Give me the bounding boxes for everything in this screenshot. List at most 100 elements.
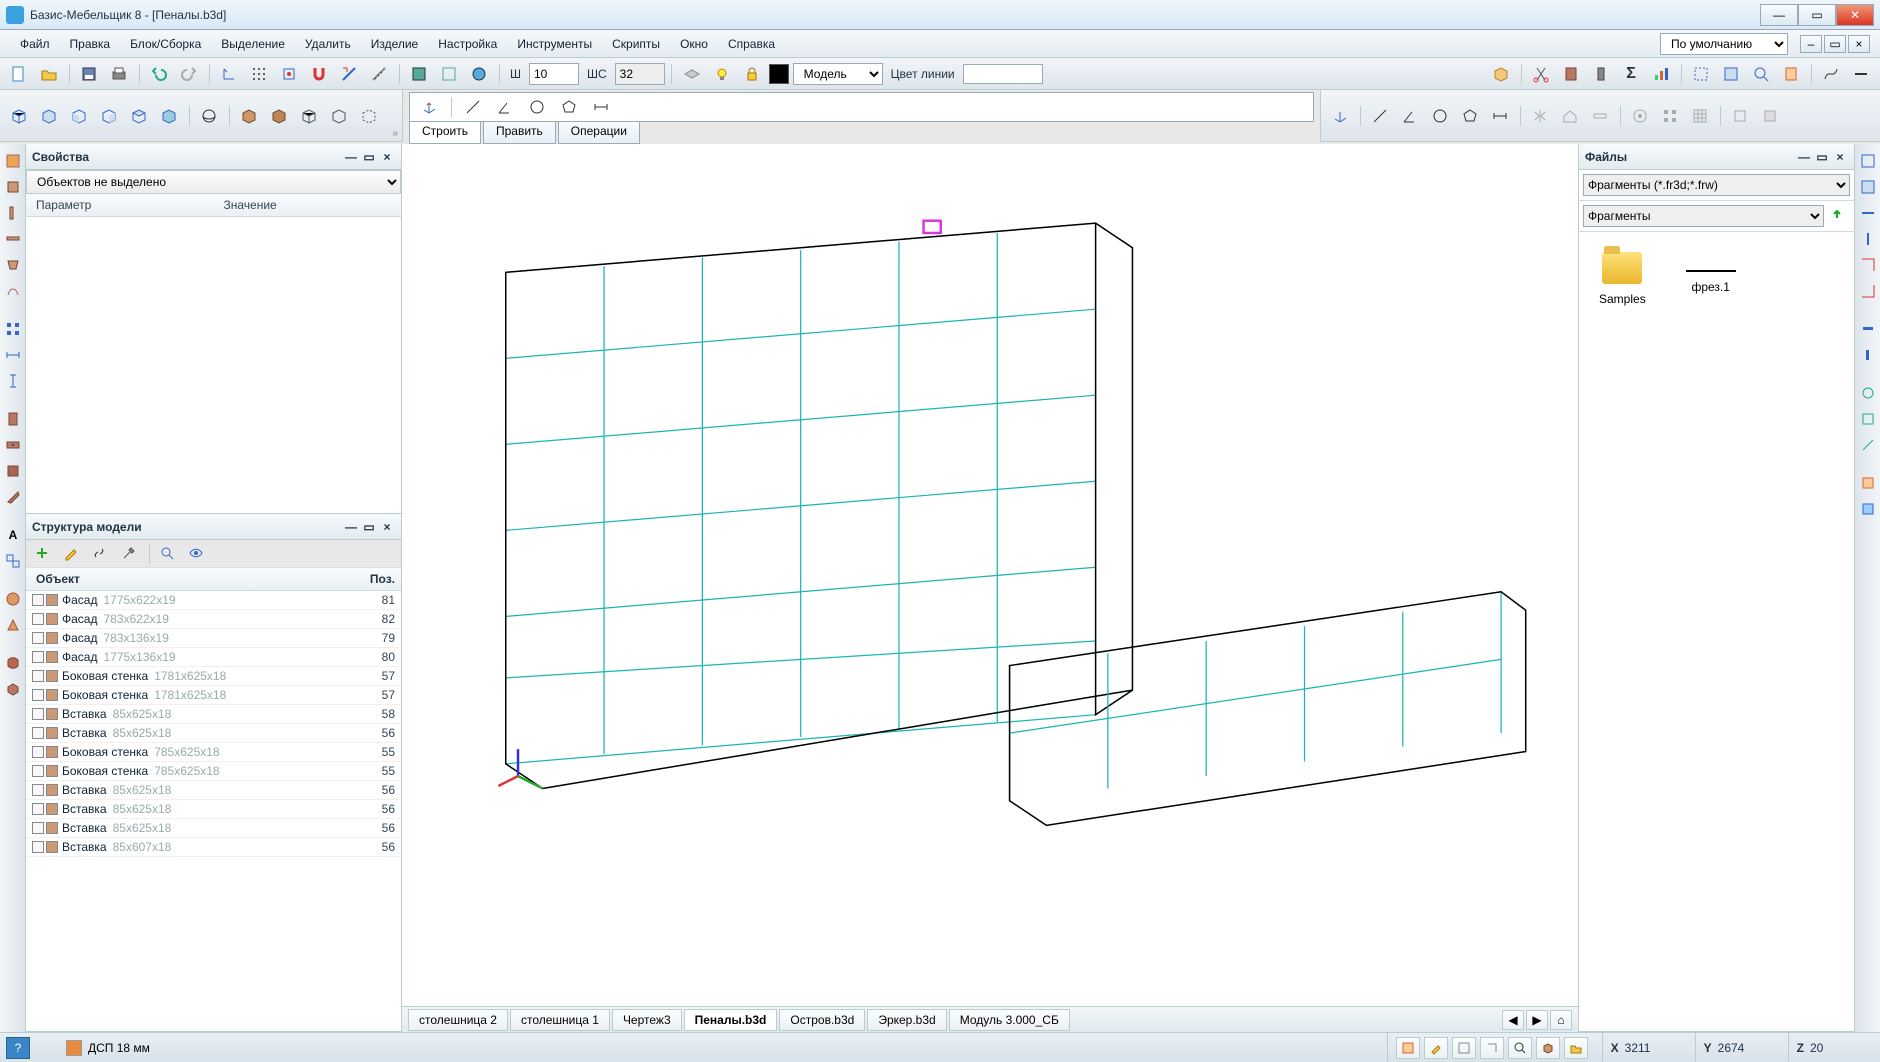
rail-r10-icon[interactable] xyxy=(1857,408,1879,430)
tab-prev-button[interactable]: ◀ xyxy=(1502,1010,1524,1030)
new-button[interactable] xyxy=(6,62,32,86)
sb-btn-1[interactable] xyxy=(1396,1037,1420,1059)
sigma-button[interactable]: Σ xyxy=(1618,62,1644,86)
color-swatch[interactable] xyxy=(769,64,789,84)
doc-tab[interactable]: Пеналы.b3d xyxy=(684,1009,778,1031)
menu-Изделие[interactable]: Изделие xyxy=(361,33,429,55)
rail-bevel-icon[interactable] xyxy=(2,486,24,508)
view-front-button[interactable] xyxy=(6,104,32,128)
help-button[interactable]: ? xyxy=(6,1037,30,1059)
rail-r1-icon[interactable] xyxy=(1857,150,1879,172)
sb-btn-3[interactable] xyxy=(1452,1037,1476,1059)
rail-r3-icon[interactable] xyxy=(1857,202,1879,224)
structure-row[interactable]: Вставка85x625x18 56 xyxy=(26,819,401,838)
rail-side-icon[interactable] xyxy=(2,202,24,224)
rail-edge-icon[interactable] xyxy=(2,254,24,276)
panel-button[interactable] xyxy=(1558,62,1584,86)
polygon2-button[interactable] xyxy=(1457,104,1483,128)
grid2-button[interactable] xyxy=(1687,104,1713,128)
drill-button[interactable] xyxy=(1627,104,1653,128)
curve-button[interactable] xyxy=(1818,62,1844,86)
width-s-input[interactable] xyxy=(615,63,665,85)
edit-button[interactable] xyxy=(59,542,85,566)
find-button[interactable] xyxy=(155,542,181,566)
display-mode-combo[interactable]: Модель xyxy=(793,63,883,85)
menu-Выделение[interactable]: Выделение xyxy=(211,33,295,55)
line2-button[interactable] xyxy=(1367,104,1393,128)
redo-button[interactable] xyxy=(176,62,202,86)
sb-btn-5[interactable] xyxy=(1508,1037,1532,1059)
dimension2-button[interactable] xyxy=(1487,104,1513,128)
select-panel-button[interactable] xyxy=(1778,62,1804,86)
panel-close-button[interactable]: × xyxy=(1832,149,1848,165)
menu-Справка[interactable]: Справка xyxy=(718,33,785,55)
lock-button[interactable] xyxy=(739,62,765,86)
select-box-button[interactable] xyxy=(1718,62,1744,86)
rail-board-icon[interactable] xyxy=(2,176,24,198)
zoom-button[interactable] xyxy=(1748,62,1774,86)
add-button[interactable] xyxy=(30,542,56,566)
hidden-button[interactable] xyxy=(356,104,382,128)
dimension-tool-button[interactable] xyxy=(588,95,614,119)
print-button[interactable] xyxy=(106,62,132,86)
wire1-button[interactable] xyxy=(296,104,322,128)
sb-btn-6[interactable] xyxy=(1536,1037,1560,1059)
visibility-button[interactable] xyxy=(184,542,210,566)
sb-btn-4[interactable] xyxy=(1480,1037,1504,1059)
structure-row[interactable]: Фасад783x136x19 79 xyxy=(26,629,401,648)
undo-button[interactable] xyxy=(146,62,172,86)
tab-next-button[interactable]: ▶ xyxy=(1526,1010,1548,1030)
hardware-button[interactable] xyxy=(1588,62,1614,86)
viewport-3d[interactable] xyxy=(402,144,1578,1006)
circle2-button[interactable] xyxy=(1427,104,1453,128)
light-button[interactable] xyxy=(709,62,735,86)
panel-max-button[interactable]: ▭ xyxy=(1814,149,1830,165)
grid-button[interactable] xyxy=(246,62,272,86)
view-back-button[interactable] xyxy=(36,104,62,128)
layers-button[interactable] xyxy=(679,62,705,86)
angle2-button[interactable] xyxy=(1397,104,1423,128)
menu-Настройка[interactable]: Настройка xyxy=(428,33,507,55)
panel-close-button[interactable]: × xyxy=(379,519,395,535)
close-button[interactable]: ✕ xyxy=(1836,4,1874,26)
doc-tab[interactable]: столешница 2 xyxy=(408,1009,508,1031)
files-filter-combo[interactable]: Фрагменты (*.fr3d;*.frw) xyxy=(1583,174,1850,196)
rail-r6-icon[interactable] xyxy=(1857,280,1879,302)
circle-tool-button[interactable] xyxy=(524,95,550,119)
structure-row[interactable]: Вставка85x625x18 56 xyxy=(26,800,401,819)
menu-Удалить[interactable]: Удалить xyxy=(295,33,361,55)
properties-selection-combo[interactable]: Объектов не выделено xyxy=(26,170,401,194)
rail-group-icon[interactable] xyxy=(2,550,24,572)
menu-Инструменты[interactable]: Инструменты xyxy=(507,33,602,55)
style-combo[interactable]: По умолчанию xyxy=(1660,33,1788,55)
mdi-minimize-button[interactable]: – xyxy=(1800,35,1822,53)
line-color-picker[interactable] xyxy=(963,64,1043,84)
rail-r13-icon[interactable] xyxy=(1857,498,1879,520)
rail-leather-icon[interactable] xyxy=(2,652,24,674)
mdi-restore-button[interactable]: ▭ xyxy=(1824,35,1846,53)
structure-row[interactable]: Вставка85x625x18 56 xyxy=(26,781,401,800)
view-right-button[interactable] xyxy=(96,104,122,128)
measure-button[interactable] xyxy=(366,62,392,86)
detail2-button[interactable] xyxy=(1757,104,1783,128)
overflow-indicator[interactable]: » xyxy=(392,128,398,139)
structure-row[interactable]: Боковая стенка785x625x18 55 xyxy=(26,762,401,781)
structure-row[interactable]: Боковая стенка1781x625x18 57 xyxy=(26,667,401,686)
rail-panel-icon[interactable] xyxy=(2,150,24,172)
file-item[interactable]: Samples xyxy=(1599,252,1646,306)
home-button[interactable] xyxy=(1557,104,1583,128)
structure-row[interactable]: Вставка85x625x18 58 xyxy=(26,705,401,724)
rail-r2-icon[interactable] xyxy=(1857,176,1879,198)
panel-close-button[interactable]: × xyxy=(379,149,395,165)
rail-shelf-icon[interactable] xyxy=(2,228,24,250)
structure-row[interactable]: Боковая стенка785x625x18 55 xyxy=(26,743,401,762)
doc-tab[interactable]: столешница 1 xyxy=(510,1009,610,1031)
save-button[interactable] xyxy=(76,62,102,86)
view-iso2-button[interactable] xyxy=(156,104,182,128)
menu-Правка[interactable]: Правка xyxy=(60,33,121,55)
polygon-tool-button[interactable] xyxy=(556,95,582,119)
structure-row[interactable]: Фасад1775x622x19 81 xyxy=(26,591,401,610)
view-left-button[interactable] xyxy=(66,104,92,128)
angle-tool-button[interactable] xyxy=(492,95,518,119)
coord-button[interactable] xyxy=(216,62,242,86)
